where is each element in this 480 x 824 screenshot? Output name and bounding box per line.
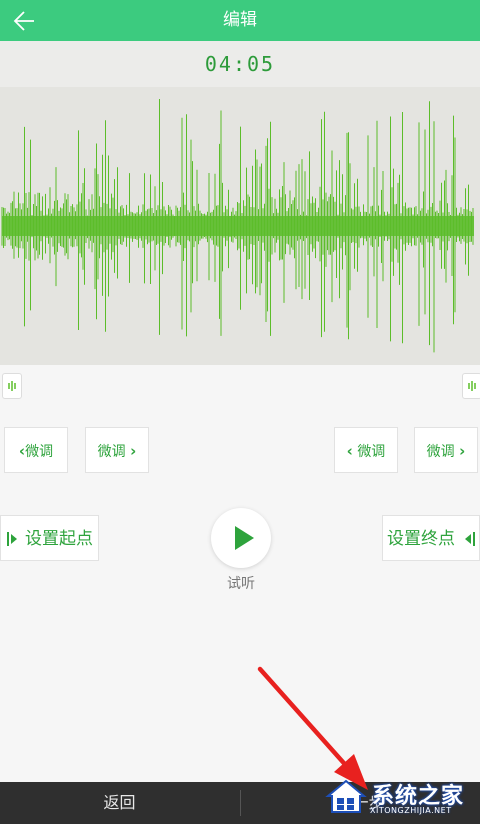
waveform-area[interactable] bbox=[0, 87, 480, 365]
chevron-right-icon: › bbox=[130, 442, 137, 460]
waveform-handle-icon bbox=[8, 381, 16, 391]
back-bottom-button[interactable]: 返回 bbox=[0, 782, 239, 824]
end-marker-icon bbox=[465, 532, 475, 546]
set-end-button[interactable]: 设置终点 bbox=[382, 515, 480, 561]
watermark: 系统之家 XITONGZHIJIA.NET bbox=[320, 772, 480, 824]
fine-tune-label: 微调 bbox=[97, 444, 126, 460]
waveform-handle-icon bbox=[468, 381, 476, 391]
waveform bbox=[1, 99, 474, 353]
chevron-right-icon: › bbox=[459, 442, 466, 460]
listen-label: 试听 bbox=[227, 576, 255, 592]
play-icon bbox=[235, 526, 254, 550]
watermark-url: XITONGZHIJIA.NET bbox=[370, 806, 452, 815]
set-start-label: 设置起点 bbox=[25, 529, 93, 549]
start-marker-icon bbox=[7, 532, 17, 546]
start-fine-tune-left-button[interactable]: ‹微调 bbox=[4, 427, 68, 473]
play-button[interactable] bbox=[211, 508, 271, 568]
end-handle[interactable] bbox=[462, 373, 480, 399]
time-display-row: 04:05 bbox=[0, 41, 480, 87]
chevron-left-icon: ‹ bbox=[346, 442, 353, 460]
fine-tune-label: 微调 bbox=[426, 444, 455, 460]
end-fine-tune-left-button[interactable]: ‹ 微调 bbox=[334, 427, 398, 473]
back-bottom-label: 返回 bbox=[103, 793, 136, 812]
page-title: 编辑 bbox=[223, 10, 257, 30]
top-bar: 编辑 bbox=[0, 0, 480, 41]
end-fine-tune-right-button[interactable]: 微调 › bbox=[414, 427, 478, 473]
start-handle[interactable] bbox=[2, 373, 22, 399]
start-fine-tune-right-button[interactable]: 微调 › bbox=[85, 427, 149, 473]
fine-tune-label: 微调 bbox=[25, 444, 54, 460]
house-logo-icon bbox=[325, 779, 367, 813]
time-display: 04:05 bbox=[204, 52, 276, 76]
fine-tune-label: 微调 bbox=[357, 444, 386, 460]
set-start-button[interactable]: 设置起点 bbox=[0, 515, 99, 561]
set-end-label: 设置终点 bbox=[387, 529, 455, 549]
